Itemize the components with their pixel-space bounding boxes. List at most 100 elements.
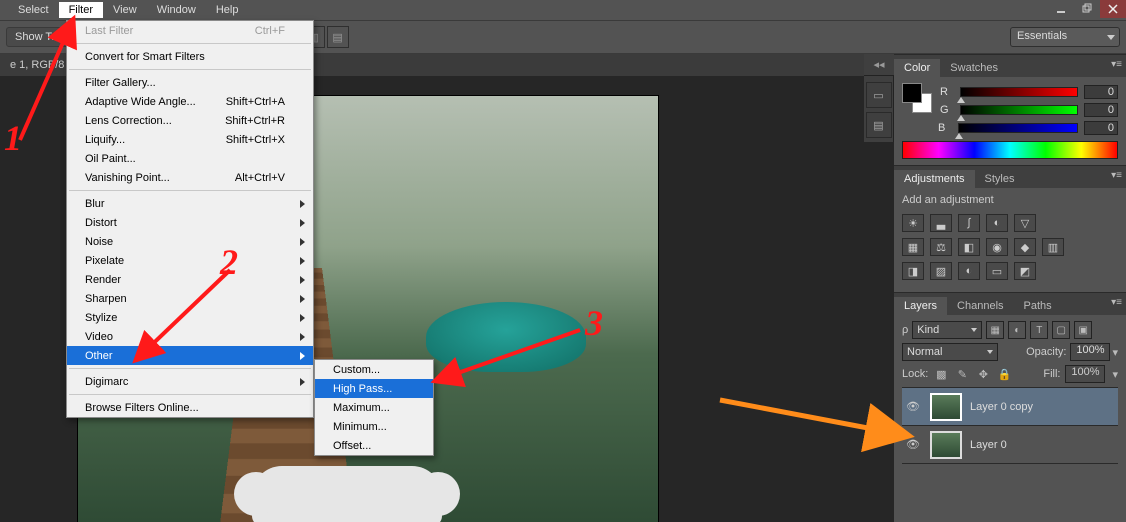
window-minimize-button[interactable] (1048, 0, 1074, 18)
panel-dock: Color Swatches ▾≡ R0 G0 B0 Adjustments S… (894, 54, 1126, 522)
color-panel-menu-icon[interactable]: ▾≡ (1111, 59, 1122, 70)
filter-lens-correction[interactable]: Lens Correction...Shift+Ctrl+R (67, 111, 313, 130)
adj-exposure-icon[interactable]: ◐ (986, 214, 1008, 232)
other-minimum[interactable]: Minimum... (315, 417, 433, 436)
adj-photofilter-icon[interactable]: ◉ (986, 238, 1008, 256)
adjustments-panel-menu-icon[interactable]: ▾≡ (1111, 170, 1122, 181)
adj-balance-icon[interactable]: ⚖ (930, 238, 952, 256)
auto-blend-icon[interactable]: ▤ (327, 26, 349, 48)
tab-paths[interactable]: Paths (1014, 297, 1062, 315)
other-offset[interactable]: Offset... (315, 436, 433, 455)
layer-filter-smart-icon[interactable]: ▣ (1074, 321, 1092, 339)
layer-thumbnail[interactable] (930, 393, 962, 421)
other-custom[interactable]: Custom... (315, 360, 433, 379)
adj-threshold-icon[interactable]: ◐ (958, 262, 980, 280)
filter-video[interactable]: Video (67, 327, 313, 346)
blend-mode-select[interactable]: Normal (902, 343, 998, 361)
filter-adaptive-wide-angle[interactable]: Adaptive Wide Angle...Shift+Ctrl+A (67, 92, 313, 111)
slider-g[interactable]: G0 (940, 101, 1118, 119)
filter-sharpen[interactable]: Sharpen (67, 289, 313, 308)
layer-filter-type-icon[interactable]: T (1030, 321, 1048, 339)
opacity-chevron-icon[interactable]: ▾ (1112, 346, 1118, 359)
layers-panel-menu-icon[interactable]: ▾≡ (1111, 297, 1122, 308)
filter-last-filter[interactable]: Last FilterCtrl+F (67, 21, 313, 40)
tab-swatches[interactable]: Swatches (940, 59, 1008, 77)
filter-render[interactable]: Render (67, 270, 313, 289)
history-panel-icon[interactable]: ▭ (866, 82, 892, 108)
collapsed-panel-strip: ▭ ▤ (864, 76, 894, 142)
layer-name[interactable]: Layer 0 copy (970, 401, 1033, 413)
layer-filter-kind[interactable]: Kind (912, 321, 982, 339)
panel-collapse-grip[interactable]: ◂◂ (864, 54, 894, 76)
filter-pixelate[interactable]: Pixelate (67, 251, 313, 270)
foreground-background-swatches[interactable] (902, 83, 932, 113)
filter-stylize[interactable]: Stylize (67, 308, 313, 327)
menubar: Select Filter View Window Help (0, 0, 1126, 20)
layer-list: 👁 Layer 0 copy 👁 Layer 0 (902, 387, 1118, 464)
tab-channels[interactable]: Channels (947, 297, 1013, 315)
filter-oil-paint[interactable]: Oil Paint... (67, 149, 313, 168)
lock-position-icon[interactable]: ✥ (975, 366, 991, 382)
adj-levels-icon[interactable]: ▃ (930, 214, 952, 232)
window-close-button[interactable] (1100, 0, 1126, 18)
adj-selectivecolor-icon[interactable]: ◩ (1014, 262, 1036, 280)
layer-row[interactable]: 👁 Layer 0 (902, 426, 1118, 464)
layer-visibility-icon[interactable]: 👁 (906, 400, 922, 413)
slider-b[interactable]: B0 (938, 119, 1118, 137)
tab-adjustments[interactable]: Adjustments (894, 170, 975, 188)
properties-panel-icon[interactable]: ▤ (866, 112, 892, 138)
fill-chevron-icon[interactable]: ▾ (1112, 368, 1118, 381)
adj-brightness-icon[interactable]: ☀ (902, 214, 924, 232)
opacity-value[interactable]: 100% (1070, 343, 1110, 361)
layer-name[interactable]: Layer 0 (970, 439, 1007, 451)
other-maximum[interactable]: Maximum... (315, 398, 433, 417)
lock-paint-icon[interactable]: ✎ (954, 366, 970, 382)
layer-thumbnail[interactable] (930, 431, 962, 459)
adjustments-panel: Adjustments Styles ▾≡ Add an adjustment … (894, 165, 1126, 292)
menu-window[interactable]: Window (147, 2, 206, 18)
document-tab[interactable]: e 1, RGB/8 (2, 56, 72, 74)
window-restore-button[interactable] (1074, 0, 1100, 18)
menu-select[interactable]: Select (8, 2, 59, 18)
filter-digimarc[interactable]: Digimarc (67, 372, 313, 391)
menu-filter[interactable]: Filter (59, 2, 103, 18)
filter-blur[interactable]: Blur (67, 194, 313, 213)
filter-noise[interactable]: Noise (67, 232, 313, 251)
tab-color[interactable]: Color (894, 59, 940, 77)
adj-invert-icon[interactable]: ◨ (902, 262, 924, 280)
filter-distort[interactable]: Distort (67, 213, 313, 232)
adj-vibrance-icon[interactable]: ▽ (1014, 214, 1036, 232)
fill-label: Fill: (1043, 368, 1060, 380)
adj-channelmixer-icon[interactable]: ◆ (1014, 238, 1036, 256)
filter-other[interactable]: Other (67, 346, 313, 365)
adj-gradientmap-icon[interactable]: ▭ (986, 262, 1008, 280)
lock-transparent-icon[interactable]: ▩ (933, 366, 949, 382)
layer-filter-pixel-icon[interactable]: ▦ (986, 321, 1004, 339)
foreground-color-swatch[interactable] (902, 83, 922, 103)
slider-r[interactable]: R0 (940, 83, 1118, 101)
color-spectrum[interactable] (902, 141, 1118, 159)
layer-visibility-icon[interactable]: 👁 (906, 438, 922, 451)
adj-bw-icon[interactable]: ◧ (958, 238, 980, 256)
layer-filter-adjust-icon[interactable]: ◐ (1008, 321, 1026, 339)
menu-help[interactable]: Help (206, 2, 249, 18)
workspace-switcher[interactable]: Essentials (1010, 27, 1120, 47)
filter-liquify[interactable]: Liquify...Shift+Ctrl+X (67, 130, 313, 149)
adj-hue-icon[interactable]: ▦ (902, 238, 924, 256)
fill-value[interactable]: 100% (1065, 365, 1105, 383)
other-high-pass[interactable]: High Pass... (315, 379, 433, 398)
layer-filter-shape-icon[interactable]: ▢ (1052, 321, 1070, 339)
menu-view[interactable]: View (103, 2, 147, 18)
tab-layers[interactable]: Layers (894, 297, 947, 315)
adj-curves-icon[interactable]: ∫ (958, 214, 980, 232)
lock-all-icon[interactable]: 🔒 (996, 366, 1012, 382)
filter-gallery[interactable]: Filter Gallery... (67, 73, 313, 92)
filter-vanishing-point[interactable]: Vanishing Point...Alt+Ctrl+V (67, 168, 313, 187)
filter-convert-smart[interactable]: Convert for Smart Filters (67, 47, 313, 66)
filter-browse-online[interactable]: Browse Filters Online... (67, 398, 313, 417)
layer-row[interactable]: 👁 Layer 0 copy (902, 388, 1118, 426)
adj-colorlookup-icon[interactable]: ▥ (1042, 238, 1064, 256)
lock-label: Lock: (902, 368, 928, 380)
tab-styles[interactable]: Styles (975, 170, 1025, 188)
adj-posterize-icon[interactable]: ▨ (930, 262, 952, 280)
